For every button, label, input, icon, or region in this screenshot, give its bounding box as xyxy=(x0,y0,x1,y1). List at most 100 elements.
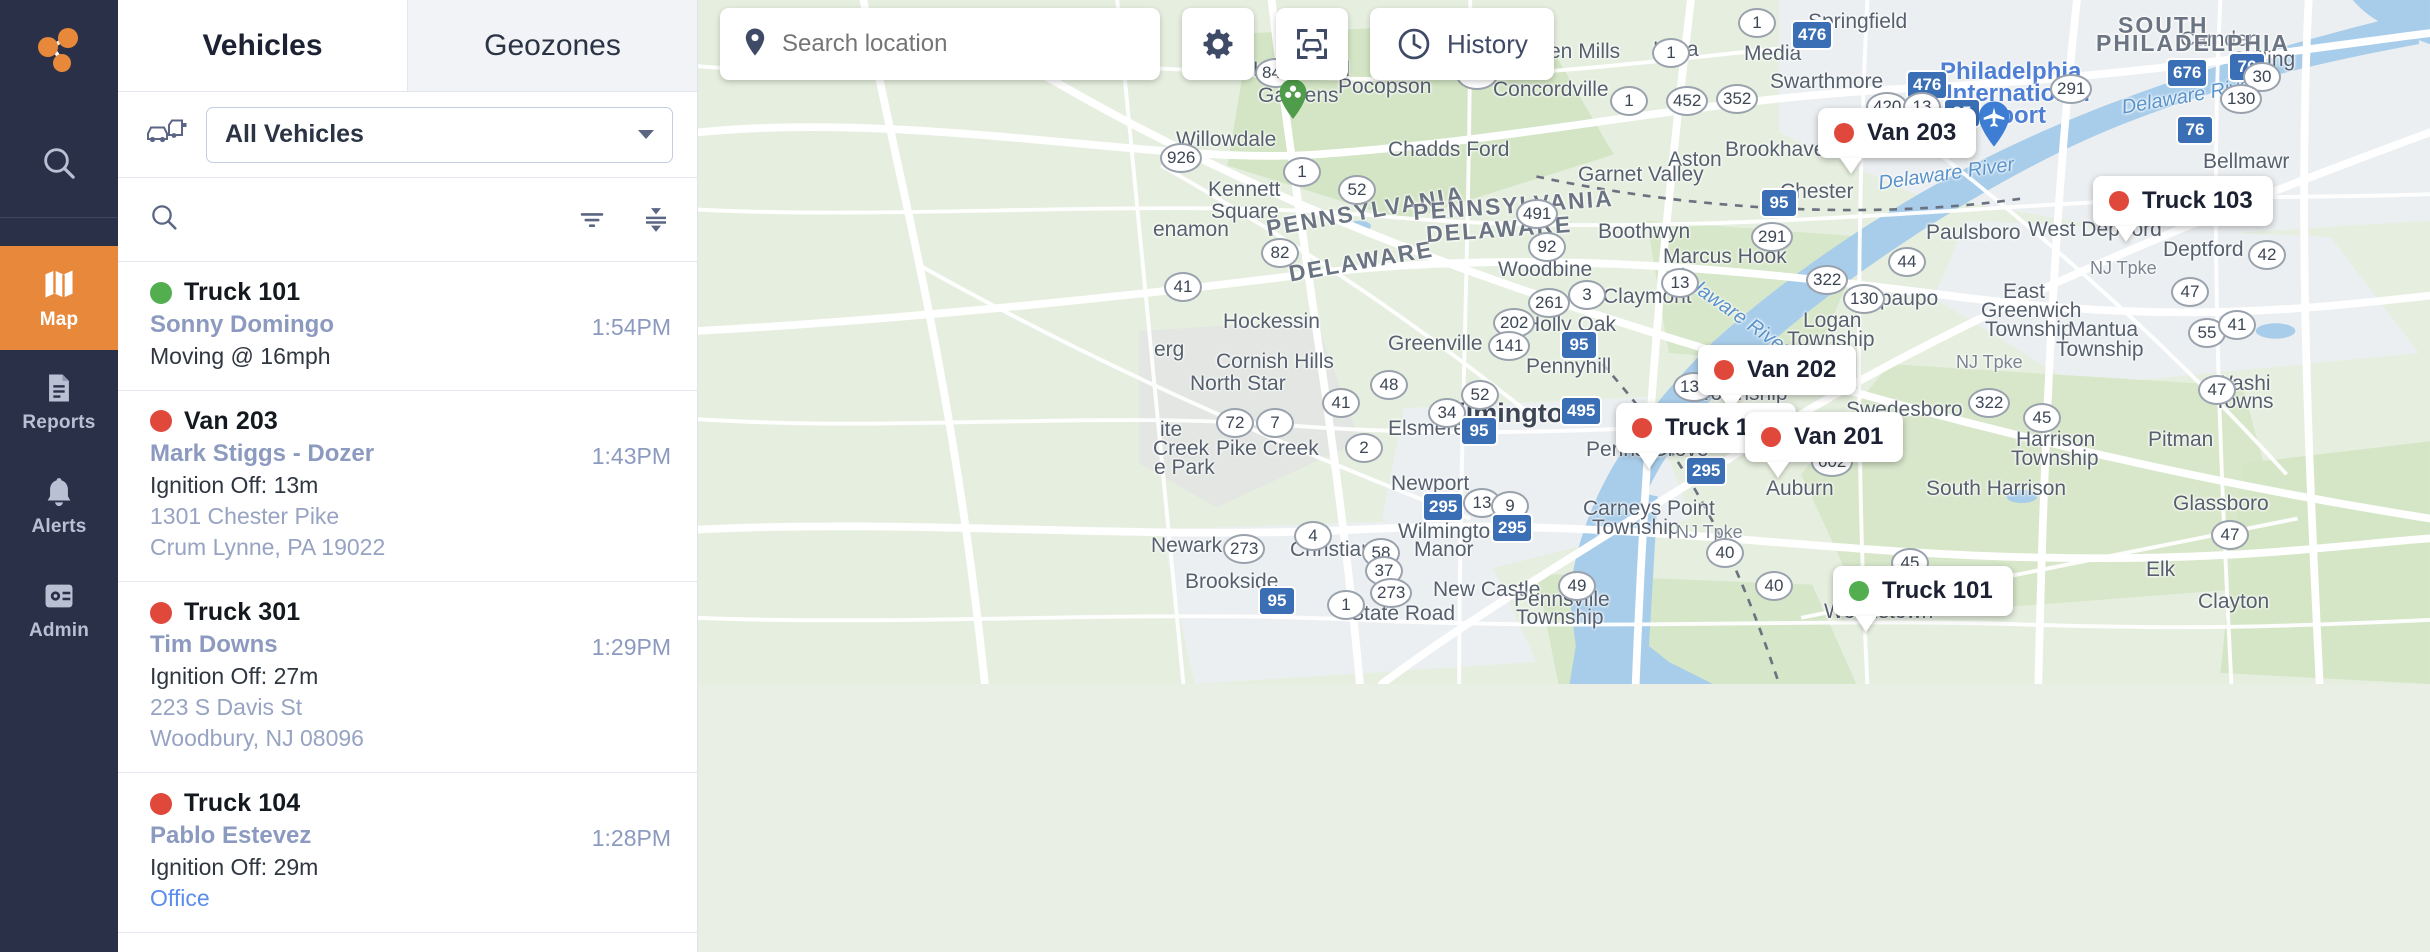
vehicle-list[interactable]: Truck 101 Sonny Domingo Moving @ 16mph 1:54… xyxy=(118,262,697,952)
chevron-down-icon xyxy=(638,130,654,139)
app-logo[interactable] xyxy=(0,0,118,108)
sidebar-item-alerts[interactable]: Alerts xyxy=(0,454,118,558)
document-icon xyxy=(49,374,69,401)
vehicle-scan-icon xyxy=(1297,29,1327,59)
vehicle-list-item[interactable]: Truck 101 Sonny Domingo Moving @ 16mph 1:54… xyxy=(118,262,697,391)
marker-label: Van 202 xyxy=(1747,356,1837,383)
map-vehicle-marker[interactable]: Van 201 xyxy=(1745,412,1904,478)
vehicle-row-main: Truck 101 Sonny Domingo Moving @ 16mph xyxy=(150,278,592,372)
vehicle-list-item[interactable]: Truck 105Raul SantiagoIgnition Off: 57m1… xyxy=(118,933,697,952)
driver-name[interactable]: Tim Downs xyxy=(150,629,592,661)
marker-pill[interactable]: Truck 101 xyxy=(1833,566,2013,616)
list-tool-icons xyxy=(577,205,671,235)
search-input[interactable] xyxy=(180,205,577,234)
map-toolbar: History xyxy=(720,8,1554,80)
geozone-link[interactable]: Office xyxy=(150,883,592,914)
marker-status-dot-icon xyxy=(1632,418,1652,438)
map-vehicle-marker[interactable]: Truck 101 xyxy=(1833,566,2013,632)
marker-status-dot-icon xyxy=(1849,581,1869,601)
history-button[interactable]: History xyxy=(1370,8,1554,80)
share-nodes-logo-icon xyxy=(38,28,78,72)
status-dot-icon xyxy=(150,281,172,304)
sidebar-item-label: Reports xyxy=(22,411,96,433)
marker-label: Van 203 xyxy=(1867,119,1957,146)
tab-geozones[interactable]: Geozones xyxy=(407,0,697,91)
map-vehicle-marker[interactable]: Van 203 xyxy=(1818,108,1977,174)
marker-status-dot-icon xyxy=(1834,123,1854,143)
map-settings-button[interactable] xyxy=(1182,8,1254,80)
vehicle-status: Ignition Off: 27m xyxy=(150,662,319,689)
sidebar-item-map[interactable]: Map xyxy=(0,246,118,350)
primary-nav-rail: Map Reports Alerts Admin xyxy=(0,0,118,952)
vehicle-status: Ignition Off: 29m xyxy=(150,853,319,880)
marker-pill[interactable]: Van 201 xyxy=(1745,412,1904,462)
search-icon[interactable] xyxy=(148,201,180,238)
gear-icon xyxy=(1203,29,1233,59)
marker-tail-icon xyxy=(1855,616,1877,632)
status-dot-icon xyxy=(150,410,172,433)
vehicle-list-item[interactable]: Truck 104 Pablo Estevez Ignition Off: 29m O… xyxy=(118,773,697,934)
map-vehicle-marker[interactable]: Truck 103 xyxy=(2093,176,2273,242)
vehicle-list-item[interactable]: Truck 301 Tim Downs Ignition Off: 27m 223 S… xyxy=(118,582,697,774)
history-label: History xyxy=(1447,28,1528,59)
vehicle-name: Van 203 xyxy=(184,406,278,435)
marker-tail-icon xyxy=(1767,462,1789,478)
vehicles-panel: Vehicles Geozones All Vehicles Truck 101… xyxy=(118,0,698,952)
status-dot-icon xyxy=(150,792,172,815)
address-line-1: 1301 Chester Pike xyxy=(150,502,340,529)
map-search-box[interactable] xyxy=(720,8,1160,80)
marker-label: Truck 103 xyxy=(2142,187,2253,214)
vehicle-row-main: Truck 301 Tim Downs Ignition Off: 27m 223 S… xyxy=(150,598,592,754)
map-icon xyxy=(45,270,73,297)
marker-tail-icon xyxy=(1638,453,1660,469)
vehicle-row-header: Truck 101 xyxy=(150,278,592,307)
sidebar-item-reports[interactable]: Reports xyxy=(0,350,118,454)
marker-label: Van 201 xyxy=(1794,423,1884,450)
status-dot-icon xyxy=(150,601,172,624)
filter-icon[interactable] xyxy=(577,205,607,235)
vehicle-list-item[interactable]: Van 203 Mark Stiggs - Dozer Ignition Off: … xyxy=(118,391,697,582)
map-search-input[interactable] xyxy=(782,30,1138,58)
marker-status-dot-icon xyxy=(1714,360,1734,380)
marker-status-dot-icon xyxy=(2109,191,2129,211)
vehicle-name: Truck 104 xyxy=(184,789,301,818)
rail-search-button[interactable] xyxy=(0,108,118,218)
vehicle-timestamp: 1:28PM xyxy=(591,825,671,852)
vehicle-status: Ignition Off: 13m xyxy=(150,471,319,498)
marker-label: Truck 101 xyxy=(1882,577,1993,604)
vehicle-filter-bar: All Vehicles xyxy=(118,92,697,178)
driver-name[interactable]: Mark Stiggs - Dozer xyxy=(150,438,592,470)
marker-pill[interactable]: Truck 103 xyxy=(2093,176,2273,226)
vehicle-timestamp: 1:43PM xyxy=(591,442,671,469)
fit-vehicles-button[interactable] xyxy=(1276,8,1348,80)
vehicle-row-main: Truck 104 Pablo Estevez Ignition Off: 29m O… xyxy=(150,789,592,914)
marker-pill[interactable]: Van 203 xyxy=(1818,108,1977,158)
vehicle-status: Moving @ 16mph xyxy=(150,342,331,369)
sidebar-item-label: Admin xyxy=(28,619,90,641)
sidebar-item-label: Alerts xyxy=(31,515,87,537)
vehicles-icon xyxy=(144,117,188,152)
tab-vehicles[interactable]: Vehicles xyxy=(118,0,407,91)
map-vehicle-marker[interactable]: Van 202 xyxy=(1698,345,1857,411)
driver-name[interactable]: Sonny Domingo xyxy=(150,309,592,341)
marker-tail-icon xyxy=(2115,226,2137,242)
driver-name[interactable]: Pablo Estevez xyxy=(150,820,592,852)
marker-tail-icon xyxy=(1840,158,1862,174)
marker-status-dot-icon xyxy=(1761,427,1781,447)
location-pin-icon xyxy=(742,27,768,62)
map-background xyxy=(698,0,2430,684)
marker-pill[interactable]: Van 202 xyxy=(1698,345,1857,395)
address-line-2: Crum Lynne, PA 19022 xyxy=(150,533,386,560)
sidebar-item-admin[interactable]: Admin xyxy=(0,558,118,662)
vehicle-row-header: Truck 301 xyxy=(150,598,592,627)
list-search-bar xyxy=(118,178,697,262)
map-view[interactable]: History SpringfieldMediaSwarthmoreLimaBr… xyxy=(698,0,2430,952)
vehicle-filter-select[interactable]: All Vehicles xyxy=(206,106,673,163)
bell-icon xyxy=(47,477,71,506)
vehicle-row-header: Truck 104 xyxy=(150,789,592,818)
vehicle-row-main: Van 203 Mark Stiggs - Dozer Ignition Off: … xyxy=(150,407,592,563)
search-icon xyxy=(44,147,75,179)
vehicle-timestamp: 1:54PM xyxy=(591,314,671,340)
vehicle-filter-value: All Vehicles xyxy=(225,120,364,148)
sort-icon[interactable] xyxy=(641,205,671,235)
